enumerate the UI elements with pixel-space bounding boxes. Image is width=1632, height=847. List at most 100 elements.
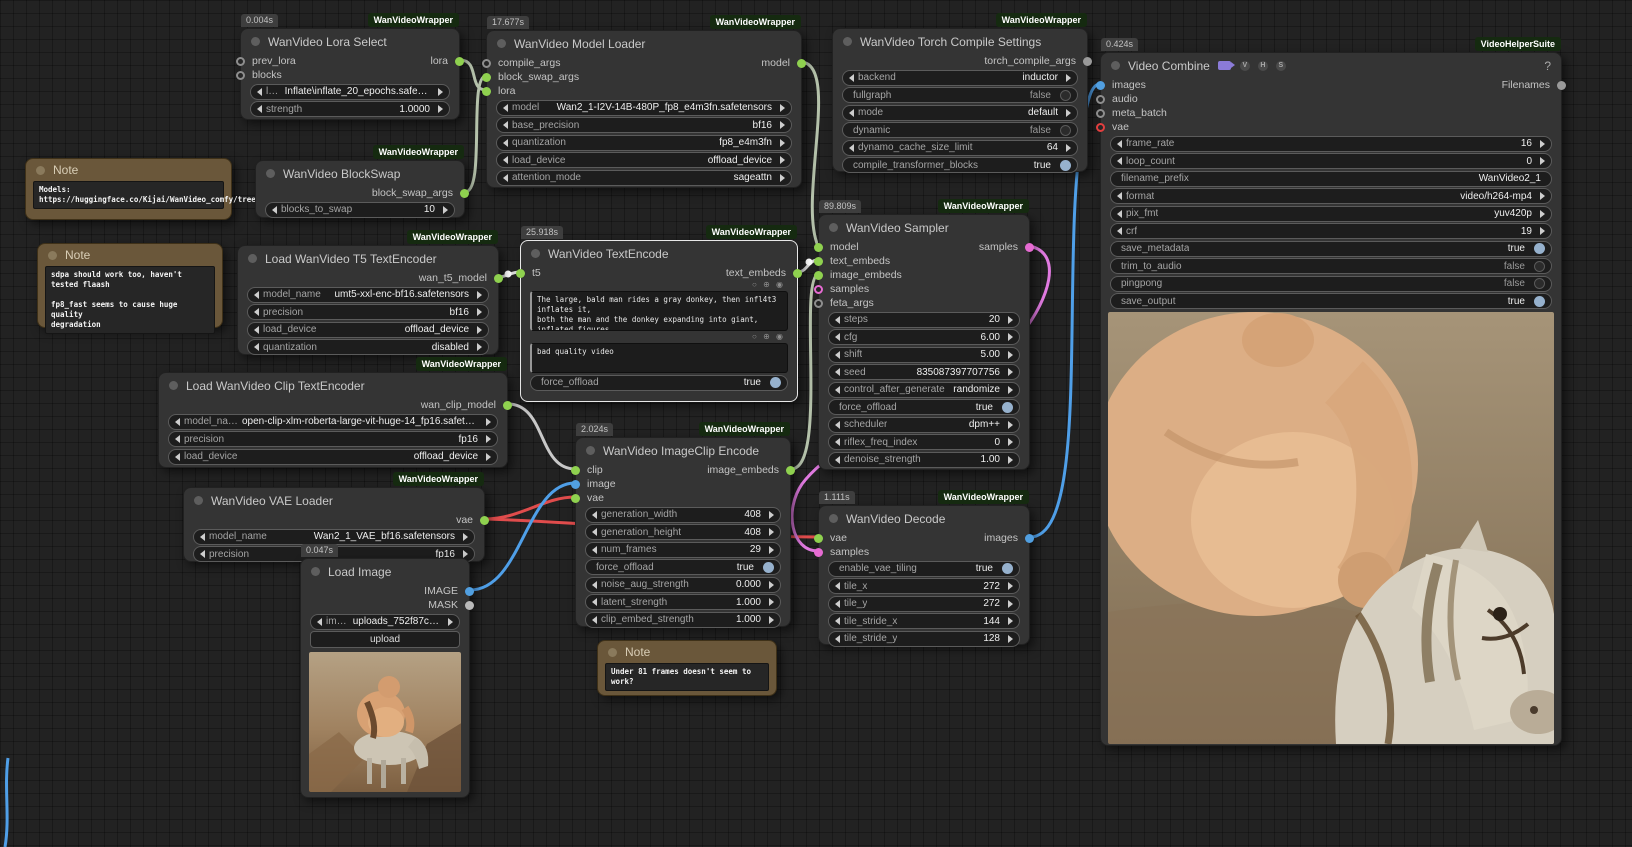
input-port-feta-args[interactable]	[814, 299, 823, 308]
output-port-torch-compile-args[interactable]	[1083, 57, 1092, 66]
widget-dynamo-cache-size-limit[interactable]: dynamo_cache_size_limit 64	[842, 140, 1078, 156]
input-port-vae[interactable]	[1096, 123, 1105, 132]
widget-dynamic[interactable]: dynamic false	[842, 122, 1078, 138]
note-sdpa-node[interactable]: Note sdpa should work too, haven't teste…	[37, 243, 223, 328]
decrement-arrow-icon[interactable]	[592, 616, 597, 624]
decrement-arrow-icon[interactable]	[835, 386, 840, 394]
output-port-model[interactable]	[797, 59, 806, 68]
increment-arrow-icon[interactable]	[1008, 386, 1013, 394]
increment-arrow-icon[interactable]	[1008, 333, 1013, 341]
toggle-icon[interactable]	[1534, 278, 1545, 289]
widget-enable-vae-tiling[interactable]: enable_vae_tiling true	[828, 561, 1020, 577]
widget-model-name[interactable]: model_name umt5-xxl-enc-bf16.safetensors	[247, 287, 489, 303]
decrement-arrow-icon[interactable]	[175, 435, 180, 443]
node-title-bar[interactable]: Video Combine V H S ?	[1101, 53, 1561, 78]
decrement-arrow-icon[interactable]	[592, 546, 597, 554]
collapse-dot-icon[interactable]	[251, 37, 260, 46]
decrement-arrow-icon[interactable]	[835, 316, 840, 324]
increment-arrow-icon[interactable]	[780, 121, 785, 129]
decode-node[interactable]: 1.111s WanVideoWrapper WanVideo Decode v…	[818, 505, 1030, 645]
increment-arrow-icon[interactable]	[780, 104, 785, 112]
collapse-dot-icon[interactable]	[48, 251, 57, 260]
node-title-bar[interactable]: WanVideo Model Loader	[487, 31, 801, 56]
decrement-arrow-icon[interactable]	[835, 617, 840, 625]
increment-arrow-icon[interactable]	[1540, 210, 1545, 218]
output-port-image-embeds[interactable]	[786, 466, 795, 475]
widget-load-device[interactable]: load_device offload_device	[168, 449, 498, 465]
increment-arrow-icon[interactable]	[1008, 421, 1013, 429]
collapse-dot-icon[interactable]	[36, 166, 45, 175]
input-port-vae[interactable]	[814, 534, 823, 543]
node-title-bar[interactable]: Note	[38, 244, 222, 266]
input-port-clip[interactable]	[571, 466, 580, 475]
increment-arrow-icon[interactable]	[1540, 227, 1545, 235]
node-title-bar[interactable]: Load Image	[301, 559, 469, 584]
widget-base-precision[interactable]: base_precision bf16	[496, 117, 792, 133]
decrement-arrow-icon[interactable]	[1117, 192, 1122, 200]
decrement-arrow-icon[interactable]	[200, 533, 205, 541]
input-port-blocks[interactable]	[236, 71, 245, 80]
increment-arrow-icon[interactable]	[477, 326, 482, 334]
toggle-icon[interactable]	[1060, 125, 1071, 136]
t5-encoder-node[interactable]: WanVideoWrapper Load WanVideo T5 TextEnc…	[237, 245, 499, 355]
increment-arrow-icon[interactable]	[769, 528, 774, 536]
node-title-bar[interactable]: WanVideo Torch Compile Settings	[833, 29, 1087, 54]
widget-denoise-strength[interactable]: denoise_strength 1.00	[828, 452, 1020, 468]
torch-compile-node[interactable]: WanVideoWrapper WanVideo Torch Compile S…	[832, 28, 1088, 172]
collapse-dot-icon[interactable]	[843, 37, 852, 46]
increment-arrow-icon[interactable]	[1540, 157, 1545, 165]
collapse-dot-icon[interactable]	[311, 567, 320, 576]
clip-encoder-node[interactable]: WanVideoWrapper Load WanVideo Clip TextE…	[158, 372, 508, 468]
increment-arrow-icon[interactable]	[463, 550, 468, 558]
node-title-bar[interactable]: WanVideo BlockSwap	[256, 161, 464, 186]
toggle-icon[interactable]	[1002, 402, 1013, 413]
upload-button[interactable]: upload	[310, 631, 460, 648]
decrement-arrow-icon[interactable]	[849, 144, 854, 152]
widget-generation-width[interactable]: generation_width 408	[585, 507, 781, 523]
decrement-arrow-icon[interactable]	[200, 550, 205, 558]
decrement-arrow-icon[interactable]	[254, 291, 259, 299]
collapse-dot-icon[interactable]	[266, 169, 275, 178]
widget-tile-stride-x[interactable]: tile_stride_x 144	[828, 613, 1020, 629]
node-title-bar[interactable]: WanVideo VAE Loader	[184, 488, 484, 513]
increment-arrow-icon[interactable]	[769, 581, 774, 589]
decrement-arrow-icon[interactable]	[835, 600, 840, 608]
output-port-text-embeds[interactable]	[793, 269, 802, 278]
increment-arrow-icon[interactable]	[443, 206, 448, 214]
widget-latent-strength[interactable]: latent_strength 1.000	[585, 594, 781, 610]
increment-arrow-icon[interactable]	[1540, 192, 1545, 200]
output-port-image[interactable]	[465, 587, 474, 596]
increment-arrow-icon[interactable]	[1008, 316, 1013, 324]
input-port-audio[interactable]	[1096, 95, 1105, 104]
increment-arrow-icon[interactable]	[463, 533, 468, 541]
output-port-mask[interactable]	[465, 601, 474, 610]
output-port-lora[interactable]	[455, 57, 464, 66]
decrement-arrow-icon[interactable]	[317, 618, 322, 626]
widget-control-after-generate[interactable]: control_after_generate randomize	[828, 382, 1020, 398]
collapse-dot-icon[interactable]	[829, 223, 838, 232]
increment-arrow-icon[interactable]	[477, 308, 482, 316]
toggle-icon[interactable]	[763, 562, 774, 573]
decrement-arrow-icon[interactable]	[503, 174, 508, 182]
collapse-dot-icon[interactable]	[1111, 61, 1120, 70]
input-port-samples[interactable]	[814, 548, 823, 557]
widget-pix-fmt[interactable]: pix_fmt yuv420p	[1110, 206, 1552, 222]
decrement-arrow-icon[interactable]	[503, 156, 508, 164]
collapse-dot-icon[interactable]	[531, 249, 540, 258]
node-title-bar[interactable]: Load WanVideo T5 TextEncoder	[238, 246, 498, 271]
decrement-arrow-icon[interactable]	[254, 326, 259, 334]
widget-model-name[interactable]: model_name Wan2_1_VAE_bf16.safetensors	[193, 529, 475, 545]
collapse-dot-icon[interactable]	[829, 514, 838, 523]
toggle-icon[interactable]	[1002, 563, 1013, 574]
widget-force-offload[interactable]: force_offload true	[530, 375, 788, 391]
load-image-node[interactable]: 0.047s Load Image IMAGE MASK image uploa…	[300, 558, 470, 798]
widget-noise-aug-strength[interactable]: noise_aug_strength 0.000	[585, 577, 781, 593]
increment-arrow-icon[interactable]	[1540, 140, 1545, 148]
widget-generation-height[interactable]: generation_height 408	[585, 524, 781, 540]
decrement-arrow-icon[interactable]	[254, 308, 259, 316]
widget-quantization[interactable]: quantization fp8_e4m3fn	[496, 135, 792, 151]
node-title-bar[interactable]: Note	[598, 641, 776, 663]
video-preview[interactable]	[1108, 312, 1554, 744]
widget-load-device[interactable]: load_device offload_device	[247, 322, 489, 338]
input-port-model[interactable]	[814, 243, 823, 252]
